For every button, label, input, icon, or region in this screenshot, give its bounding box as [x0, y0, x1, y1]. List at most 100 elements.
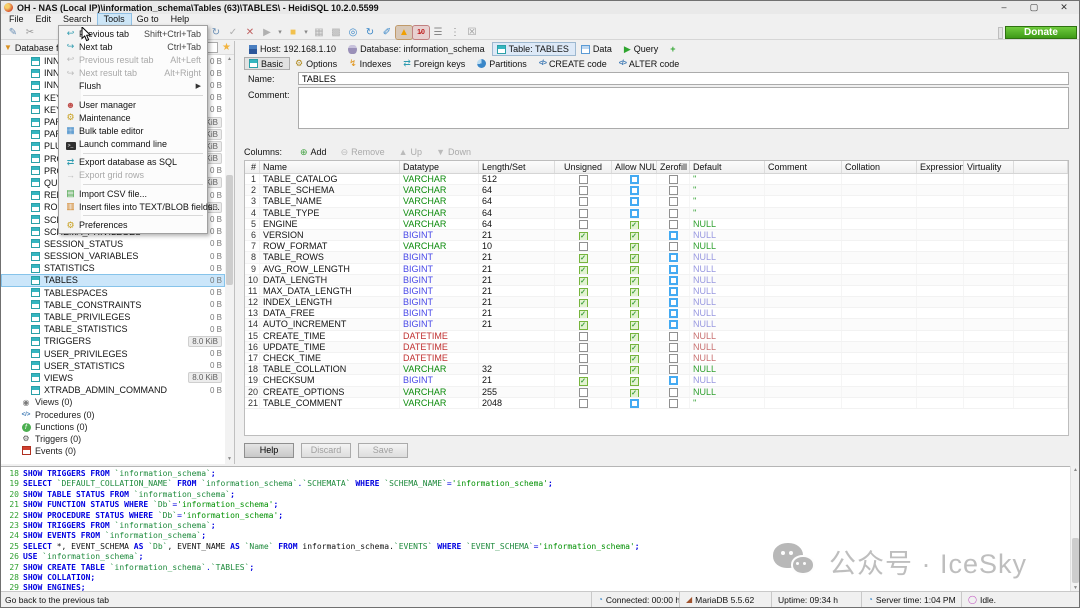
table-row[interactable]: 20CREATE_OPTIONSVARCHAR255✓NULL: [245, 387, 1068, 398]
execute-icon[interactable]: ▶: [259, 26, 275, 39]
toolbar-grip[interactable]: [998, 27, 1003, 39]
checkbox-checked[interactable]: ✓: [579, 254, 588, 262]
table-row[interactable]: 6VERSIONBIGINT21✓✓NULL: [245, 230, 1068, 241]
tree-table-table-statistics[interactable]: TABLE_STATISTICS0 B: [1, 323, 225, 335]
tools-menu-item-preferences[interactable]: ⚙Preferences: [59, 218, 207, 231]
checkbox-unchecked[interactable]: [579, 197, 588, 206]
checkbox-unchecked[interactable]: [669, 376, 678, 385]
warning-filter-icon[interactable]: ▲: [396, 26, 412, 39]
tree-category-functions-0[interactable]: fFunctions (0): [1, 421, 225, 433]
checkbox-unchecked[interactable]: [579, 354, 588, 363]
detach-icon[interactable]: ☒: [464, 26, 480, 39]
checkbox-checked[interactable]: ✓: [630, 299, 639, 307]
column-remove-button[interactable]: ⊖Remove: [341, 147, 385, 158]
checkbox-unchecked[interactable]: [669, 388, 678, 397]
table-row[interactable]: 17CHECK_TIMEDATETIME✓NULL: [245, 353, 1068, 364]
checkbox-unchecked[interactable]: [669, 231, 678, 240]
checkbox-unchecked[interactable]: [579, 242, 588, 251]
table-row[interactable]: 15CREATE_TIMEDATETIME✓NULL: [245, 331, 1068, 342]
checkbox-unchecked[interactable]: [579, 332, 588, 341]
checkbox-unchecked[interactable]: [630, 175, 639, 184]
tools-menu-item-bulk-table-editor[interactable]: ▦Bulk table editor: [59, 124, 207, 137]
donate-button[interactable]: Donate: [1005, 26, 1077, 39]
subtab-options[interactable]: ⚙Options: [290, 57, 344, 70]
tools-menu-item-import-csv-file[interactable]: ▤Import CSV file...: [59, 187, 207, 200]
wrap-lines-icon[interactable]: ☰: [430, 26, 446, 39]
scrollbar-thumb[interactable]: [226, 175, 233, 285]
menu-file[interactable]: File: [3, 14, 30, 25]
commit-icon[interactable]: ✓: [225, 26, 241, 39]
tree-category-procedures-0[interactable]: </>Procedures (0): [1, 408, 225, 420]
favorites-star-icon[interactable]: ★: [222, 42, 231, 53]
checkbox-checked[interactable]: ✓: [630, 310, 639, 318]
table-row[interactable]: 16UPDATE_TIMEDATETIME✓NULL: [245, 342, 1068, 353]
checkbox-unchecked[interactable]: [579, 175, 588, 184]
scroll-down-icon[interactable]: ▼: [225, 455, 234, 464]
table-row[interactable]: 5ENGINEVARCHAR64✓NULL: [245, 219, 1068, 230]
open-file-icon[interactable]: ■: [285, 26, 301, 39]
tree-table-xtradb-admin-command[interactable]: XTRADB_ADMIN_COMMAND0 B: [1, 384, 225, 396]
table-name-input[interactable]: [298, 72, 1069, 85]
save-icon[interactable]: ▦: [311, 26, 327, 39]
tree-table-session-variables[interactable]: SESSION_VARIABLES0 B: [1, 250, 225, 262]
checkbox-checked[interactable]: ✓: [630, 377, 639, 385]
tree-table-table-privileges[interactable]: TABLE_PRIVILEGES0 B: [1, 311, 225, 323]
table-comment-input[interactable]: [298, 87, 1069, 129]
checkbox-unchecked[interactable]: [669, 365, 678, 374]
checkbox-checked[interactable]: ✓: [630, 321, 639, 329]
menu-go-to[interactable]: Go to: [131, 14, 165, 25]
tools-menu-item-insert-files-into-text-blob-fields[interactable]: ▥Insert files into TEXT/BLOB fields...: [59, 200, 207, 213]
tree-table-session-status[interactable]: SESSION_STATUS0 B: [1, 238, 225, 250]
table-row[interactable]: 9AVG_ROW_LENGTHBIGINT21✓✓NULL: [245, 264, 1068, 275]
checkbox-checked[interactable]: ✓: [630, 333, 639, 341]
table-row[interactable]: 1TABLE_CATALOGVARCHAR512'': [245, 174, 1068, 185]
checkbox-unchecked[interactable]: [579, 220, 588, 229]
checkbox-checked[interactable]: ✓: [579, 321, 588, 329]
subtab-alter-code[interactable]: </>ALTER code: [614, 57, 686, 70]
scroll-up-icon[interactable]: ▲: [1071, 466, 1080, 475]
menu-edit[interactable]: Edit: [30, 14, 58, 25]
checkbox-unchecked[interactable]: [579, 399, 588, 408]
table-row[interactable]: 10DATA_LENGTHBIGINT21✓✓NULL: [245, 275, 1068, 286]
more-options-icon[interactable]: ⋮: [447, 26, 463, 39]
execute-dropdown-icon[interactable]: ▾: [276, 26, 284, 39]
checkbox-unchecked[interactable]: [579, 186, 588, 195]
checkbox-checked[interactable]: ✓: [630, 355, 639, 363]
tree-table-tablespaces[interactable]: TABLESPACES0 B: [1, 287, 225, 299]
subtab-basic[interactable]: Basic: [244, 57, 290, 70]
checkbox-unchecked[interactable]: [579, 365, 588, 374]
cancel-icon[interactable]: ✕: [242, 26, 258, 39]
checkbox-unchecked[interactable]: [669, 197, 678, 206]
checkbox-unchecked[interactable]: [579, 209, 588, 218]
tab-data[interactable]: Data: [576, 42, 619, 56]
checkbox-unchecked[interactable]: [669, 354, 678, 363]
grid-header-virtuality[interactable]: Virtuality: [964, 161, 1014, 173]
tree-table-views[interactable]: VIEWS8.0 KiB: [1, 372, 225, 384]
checkbox-checked[interactable]: ✓: [630, 277, 639, 285]
tools-menu-item-export-database-as-sql[interactable]: ⇄Export database as SQL: [59, 156, 207, 169]
save-button[interactable]: Save: [358, 443, 408, 458]
grid-header-collation[interactable]: Collation: [842, 161, 917, 173]
checkbox-unchecked[interactable]: [669, 332, 678, 341]
table-row[interactable]: 3TABLE_NAMEVARCHAR64'': [245, 196, 1068, 207]
tree-table-tables[interactable]: TABLES0 B: [1, 274, 225, 286]
minimize-button[interactable]: –: [989, 1, 1019, 14]
table-row[interactable]: 18TABLE_COLLATIONVARCHAR32✓NULL: [245, 364, 1068, 375]
open-file-dropdown-icon[interactable]: ▾: [302, 26, 310, 39]
sidebar-scrollbar[interactable]: ▲ ▼: [225, 55, 234, 464]
tree-table-statistics[interactable]: STATISTICS0 B: [1, 262, 225, 274]
checkbox-unchecked[interactable]: [669, 298, 678, 307]
menu-search[interactable]: Search: [57, 14, 98, 25]
column-down-button[interactable]: ▼Down: [436, 147, 471, 158]
tree-table-user-statistics[interactable]: USER_STATISTICS0 B: [1, 360, 225, 372]
scrollbar-thumb[interactable]: [1072, 538, 1079, 583]
grid-header-allow-null[interactable]: Allow NULL: [612, 161, 657, 173]
checkbox-unchecked[interactable]: [579, 343, 588, 352]
checkbox-unchecked[interactable]: [669, 287, 678, 296]
table-row[interactable]: 2TABLE_SCHEMAVARCHAR64'': [245, 185, 1068, 196]
checkbox-checked[interactable]: ✓: [630, 221, 639, 229]
grid-header-filler[interactable]: [1014, 161, 1068, 173]
column-up-button[interactable]: ▲Up: [399, 147, 422, 158]
table-row[interactable]: 8TABLE_ROWSBIGINT21✓✓NULL: [245, 252, 1068, 263]
sql-log-scrollbar[interactable]: ▲ ▼: [1070, 466, 1079, 593]
